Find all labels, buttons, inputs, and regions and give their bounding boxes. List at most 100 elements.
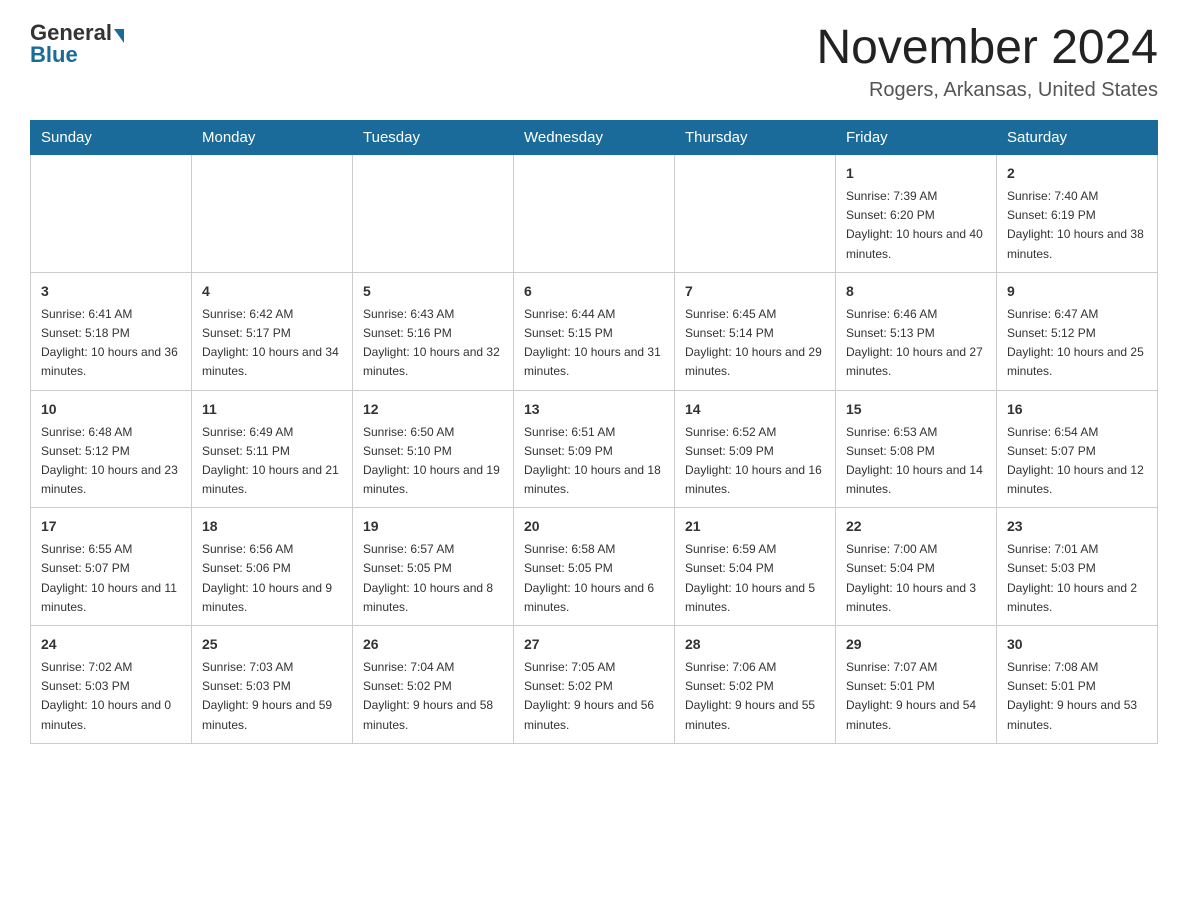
calendar-cell: 20Sunrise: 6:58 AMSunset: 5:05 PMDayligh…	[514, 508, 675, 626]
day-number: 10	[41, 399, 181, 420]
logo-arrow-icon	[114, 29, 124, 43]
logo: General Blue	[30, 20, 124, 68]
day-info: Sunrise: 7:07 AMSunset: 5:01 PMDaylight:…	[846, 658, 986, 735]
day-info: Sunrise: 6:50 AMSunset: 5:10 PMDaylight:…	[363, 423, 503, 500]
calendar-cell: 28Sunrise: 7:06 AMSunset: 5:02 PMDayligh…	[675, 626, 836, 744]
day-number: 6	[524, 281, 664, 302]
calendar-cell: 29 Sunrise: 7:07 AMSunset: 5:01 PMDayligh…	[836, 626, 997, 744]
calendar-cell: 8 Sunrise: 6:46 AMSunset: 5:13 PMDaylight…	[836, 272, 997, 390]
calendar-cell	[31, 155, 192, 273]
calendar-week-3: 10 Sunrise: 6:48 AMSunset: 5:12 PMDayligh…	[31, 390, 1158, 508]
calendar-cell: 24 Sunrise: 7:02 AMSunset: 5:03 PMDayligh…	[31, 626, 192, 744]
day-info: Sunrise: 6:45 AMSunset: 5:14 PMDaylight:…	[685, 305, 825, 382]
title-section: November 2024 Rogers, Arkansas, United S…	[816, 20, 1158, 102]
day-header-wednesday: Wednesday	[514, 121, 675, 155]
day-number: 7	[685, 281, 825, 302]
day-number: 14	[685, 399, 825, 420]
day-info: Sunrise: 7:05 AMSunset: 5:02 PMDaylight:…	[524, 658, 664, 735]
day-info: Sunrise: 6:48 AMSunset: 5:12 PMDaylight:…	[41, 423, 181, 500]
calendar-cell: 1Sunrise: 7:39 AMSunset: 6:20 PMDaylight…	[836, 155, 997, 273]
calendar-cell: 25 Sunrise: 7:03 AMSunset: 5:03 PMDayligh…	[192, 626, 353, 744]
day-info: Sunrise: 6:56 AMSunset: 5:06 PMDaylight:…	[202, 540, 342, 617]
calendar-cell: 3 Sunrise: 6:41 AMSunset: 5:18 PMDaylight…	[31, 272, 192, 390]
calendar-cell: 17 Sunrise: 6:55 AMSunset: 5:07 PMDayligh…	[31, 508, 192, 626]
calendar-cell: 13 Sunrise: 6:51 AMSunset: 5:09 PMDayligh…	[514, 390, 675, 508]
calendar-week-4: 17 Sunrise: 6:55 AMSunset: 5:07 PMDayligh…	[31, 508, 1158, 626]
calendar-cell: 2Sunrise: 7:40 AMSunset: 6:19 PMDaylight…	[997, 155, 1158, 273]
day-number: 12	[363, 399, 503, 420]
day-number: 17	[41, 516, 181, 537]
day-info: Sunrise: 6:55 AMSunset: 5:07 PMDaylight:…	[41, 540, 181, 617]
day-info: Sunrise: 6:54 AMSunset: 5:07 PMDaylight:…	[1007, 423, 1147, 500]
day-number: 9	[1007, 281, 1147, 302]
day-info: Sunrise: 7:04 AMSunset: 5:02 PMDaylight:…	[363, 658, 503, 735]
day-info: Sunrise: 6:51 AMSunset: 5:09 PMDaylight:…	[524, 423, 664, 500]
calendar-cell: 18 Sunrise: 6:56 AMSunset: 5:06 PMDayligh…	[192, 508, 353, 626]
calendar-cell: 12 Sunrise: 6:50 AMSunset: 5:10 PMDayligh…	[353, 390, 514, 508]
day-number: 1	[846, 163, 986, 184]
day-info: Sunrise: 7:40 AMSunset: 6:19 PMDaylight:…	[1007, 187, 1147, 264]
calendar-cell	[675, 155, 836, 273]
day-header-saturday: Saturday	[997, 121, 1158, 155]
calendar-week-1: 1Sunrise: 7:39 AMSunset: 6:20 PMDaylight…	[31, 155, 1158, 273]
day-number: 25	[202, 634, 342, 655]
calendar-cell	[514, 155, 675, 273]
day-info: Sunrise: 6:52 AMSunset: 5:09 PMDaylight:…	[685, 423, 825, 500]
day-number: 20	[524, 516, 664, 537]
calendar-cell: 22 Sunrise: 7:00 AMSunset: 5:04 PMDayligh…	[836, 508, 997, 626]
day-number: 24	[41, 634, 181, 655]
day-info: Sunrise: 6:49 AMSunset: 5:11 PMDaylight:…	[202, 423, 342, 500]
day-header-monday: Monday	[192, 121, 353, 155]
day-header-sunday: Sunday	[31, 121, 192, 155]
calendar-cell: 21Sunrise: 6:59 AMSunset: 5:04 PMDayligh…	[675, 508, 836, 626]
page-header: General Blue November 2024 Rogers, Arkan…	[30, 20, 1158, 102]
day-number: 18	[202, 516, 342, 537]
day-number: 8	[846, 281, 986, 302]
day-number: 22	[846, 516, 986, 537]
logo-blue-text: Blue	[30, 42, 78, 68]
calendar-header-row: SundayMondayTuesdayWednesdayThursdayFrid…	[31, 121, 1158, 155]
calendar-week-2: 3 Sunrise: 6:41 AMSunset: 5:18 PMDaylight…	[31, 272, 1158, 390]
calendar-cell: 9 Sunrise: 6:47 AMSunset: 5:12 PMDaylight…	[997, 272, 1158, 390]
day-number: 4	[202, 281, 342, 302]
day-info: Sunrise: 7:06 AMSunset: 5:02 PMDaylight:…	[685, 658, 825, 735]
day-number: 15	[846, 399, 986, 420]
day-info: Sunrise: 6:46 AMSunset: 5:13 PMDaylight:…	[846, 305, 986, 382]
day-number: 16	[1007, 399, 1147, 420]
day-number: 29	[846, 634, 986, 655]
calendar-cell: 7 Sunrise: 6:45 AMSunset: 5:14 PMDaylight…	[675, 272, 836, 390]
day-number: 3	[41, 281, 181, 302]
calendar-week-5: 24 Sunrise: 7:02 AMSunset: 5:03 PMDayligh…	[31, 626, 1158, 744]
month-title: November 2024	[816, 20, 1158, 75]
day-info: Sunrise: 7:03 AMSunset: 5:03 PMDaylight:…	[202, 658, 342, 735]
calendar-cell: 14 Sunrise: 6:52 AMSunset: 5:09 PMDayligh…	[675, 390, 836, 508]
day-info: Sunrise: 7:01 AMSunset: 5:03 PMDaylight:…	[1007, 540, 1147, 617]
calendar-cell: 16 Sunrise: 6:54 AMSunset: 5:07 PMDayligh…	[997, 390, 1158, 508]
calendar-cell: 4Sunrise: 6:42 AMSunset: 5:17 PMDaylight…	[192, 272, 353, 390]
day-number: 11	[202, 399, 342, 420]
calendar-cell: 26 Sunrise: 7:04 AMSunset: 5:02 PMDayligh…	[353, 626, 514, 744]
day-info: Sunrise: 6:57 AMSunset: 5:05 PMDaylight:…	[363, 540, 503, 617]
day-number: 5	[363, 281, 503, 302]
day-number: 30	[1007, 634, 1147, 655]
day-info: Sunrise: 7:02 AMSunset: 5:03 PMDaylight:…	[41, 658, 181, 735]
day-number: 13	[524, 399, 664, 420]
calendar-cell: 6Sunrise: 6:44 AMSunset: 5:15 PMDaylight…	[514, 272, 675, 390]
location-text: Rogers, Arkansas, United States	[816, 79, 1158, 102]
day-info: Sunrise: 7:08 AMSunset: 5:01 PMDaylight:…	[1007, 658, 1147, 735]
day-number: 19	[363, 516, 503, 537]
day-number: 23	[1007, 516, 1147, 537]
calendar-cell: 11 Sunrise: 6:49 AMSunset: 5:11 PMDayligh…	[192, 390, 353, 508]
day-info: Sunrise: 6:41 AMSunset: 5:18 PMDaylight:…	[41, 305, 181, 382]
calendar-cell: 15 Sunrise: 6:53 AMSunset: 5:08 PMDayligh…	[836, 390, 997, 508]
day-header-tuesday: Tuesday	[353, 121, 514, 155]
day-number: 21	[685, 516, 825, 537]
day-header-friday: Friday	[836, 121, 997, 155]
day-info: Sunrise: 6:53 AMSunset: 5:08 PMDaylight:…	[846, 423, 986, 500]
day-info: Sunrise: 7:00 AMSunset: 5:04 PMDaylight:…	[846, 540, 986, 617]
day-info: Sunrise: 6:47 AMSunset: 5:12 PMDaylight:…	[1007, 305, 1147, 382]
day-number: 26	[363, 634, 503, 655]
day-header-thursday: Thursday	[675, 121, 836, 155]
calendar-cell	[192, 155, 353, 273]
day-number: 27	[524, 634, 664, 655]
